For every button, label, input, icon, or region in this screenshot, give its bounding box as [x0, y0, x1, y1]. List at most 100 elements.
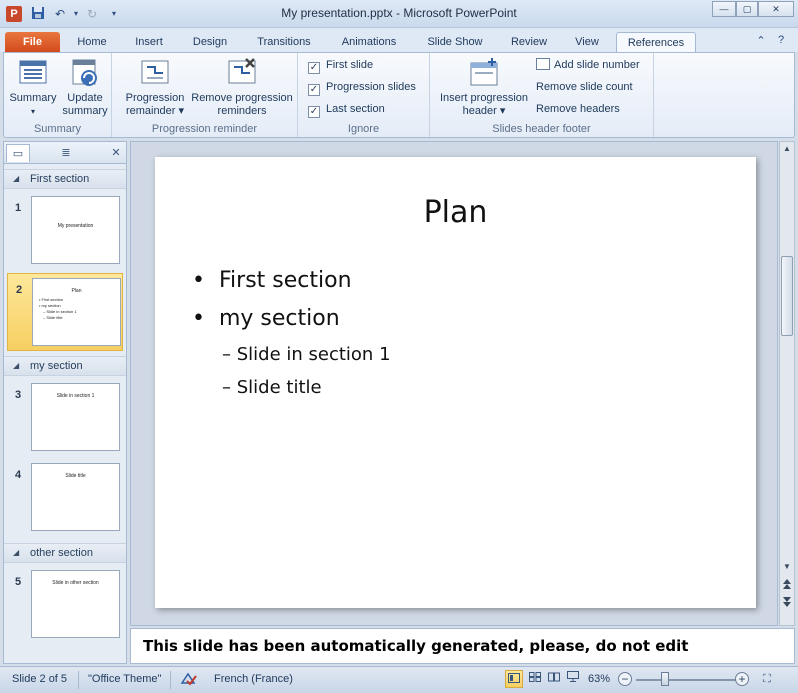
reading-view-icon[interactable]: [545, 670, 563, 688]
slide-thumbnail-3[interactable]: 3 Slide in section 1: [7, 379, 123, 457]
last-section-label: Last section: [326, 103, 385, 115]
section-header[interactable]: ◢ my section: [4, 356, 126, 376]
subbullet-text: Slide in section 1: [236, 344, 391, 365]
thumbnail-title: Plan: [71, 288, 82, 294]
slide-subbullet[interactable]: – Slide title: [222, 377, 322, 398]
dash-marker: –: [222, 377, 231, 398]
slide-title[interactable]: Plan: [155, 195, 756, 230]
normal-view-icon[interactable]: [505, 670, 523, 688]
progression-slides-check-icon[interactable]: ✓: [308, 84, 320, 96]
slide-thumbnail-5[interactable]: 5 Slide in other section: [7, 566, 123, 644]
zoom-out-button[interactable]: −: [618, 672, 632, 686]
progression-reminder-button[interactable]: Progression remainder ▾: [118, 57, 192, 118]
progression-slides-checkbox[interactable]: ✓ Progression slides: [308, 78, 416, 96]
summary-dropdown-icon[interactable]: ▾: [8, 105, 58, 118]
tab-file[interactable]: File: [5, 32, 60, 52]
spell-check-icon[interactable]: [180, 671, 198, 690]
last-section-check-icon[interactable]: ✓: [308, 106, 320, 118]
tab-design[interactable]: Design: [183, 32, 237, 52]
tab-outline[interactable]: ≣: [54, 144, 78, 162]
notes-pane[interactable]: This slide has been automatically genera…: [130, 628, 795, 664]
insert-header-label-2: header ▾: [462, 105, 506, 117]
section-header[interactable]: ◢ other section: [4, 543, 126, 563]
collapse-icon[interactable]: ◢: [13, 357, 19, 375]
close-button[interactable]: ✕: [758, 1, 794, 17]
close-panel-icon[interactable]: ✕: [104, 144, 128, 162]
scroll-down-button[interactable]: ▼: [781, 560, 793, 574]
progression-slides-label: Progression slides: [326, 81, 416, 93]
ignore-group-label: Ignore: [347, 123, 380, 135]
current-slide[interactable]: Plan • First section • my section – Slid…: [155, 157, 756, 608]
tab-slides[interactable]: ▭: [6, 144, 30, 162]
status-separator: [78, 671, 79, 689]
theme-status[interactable]: "Office Theme": [88, 673, 161, 685]
remove-slide-count-button[interactable]: Remove slide count: [536, 78, 633, 96]
tab-slide-show[interactable]: Slide Show: [416, 32, 494, 52]
help-icon[interactable]: ?: [774, 34, 788, 46]
slide-subbullet[interactable]: – Slide in section 1: [222, 344, 391, 365]
tab-home[interactable]: Home: [68, 32, 116, 52]
first-slide-check-icon[interactable]: ✓: [308, 62, 320, 74]
thumbnail-title: Slide in other section: [52, 580, 99, 586]
slides-panel: ▭ ≣ ✕ ◢ First section 1 My presentation 2…: [3, 141, 127, 664]
minimize-button[interactable]: —: [712, 1, 736, 17]
add-slide-number-button[interactable]: Add slide number: [536, 56, 640, 74]
thumbnail-title: My presentation: [57, 223, 94, 229]
collapse-icon[interactable]: ◢: [13, 170, 19, 188]
vertical-scrollbar[interactable]: ▲ ▼: [779, 141, 795, 626]
slide-number: 5: [15, 576, 22, 588]
remove-headers-button[interactable]: Remove headers: [536, 100, 620, 118]
previous-slide-button[interactable]: [781, 578, 793, 592]
slide-editor: Plan • First section • my section – Slid…: [130, 141, 778, 626]
dash-marker: –: [222, 344, 231, 365]
minimize-ribbon-icon[interactable]: ⌃: [754, 34, 768, 47]
remove-progression-button[interactable]: Remove progression reminders: [188, 57, 296, 118]
notes-text[interactable]: This slide has been automatically genera…: [143, 637, 688, 655]
scroll-thumb[interactable]: [781, 256, 793, 336]
insert-progression-header-button[interactable]: Insert progression header ▾: [434, 57, 534, 118]
language-status[interactable]: French (France): [214, 673, 293, 685]
maximize-button[interactable]: ▢: [736, 1, 758, 17]
update-summary-button[interactable]: Update summary: [60, 57, 110, 118]
next-slide-button[interactable]: [781, 596, 793, 610]
update-label-2: summary: [62, 105, 108, 117]
slide-show-icon[interactable]: [564, 670, 582, 688]
update-summary-icon: [69, 57, 101, 89]
summary-button[interactable]: Summary ▾: [8, 57, 58, 118]
thumbnail-image: Slide in section 1: [31, 383, 120, 451]
remove-progression-label-1: Remove progression: [191, 92, 293, 104]
update-label-1: Update: [67, 92, 103, 104]
status-bar: Slide 2 of 5 "Office Theme" French (Fran…: [0, 666, 798, 693]
fit-to-window-icon[interactable]: ⛶: [758, 670, 776, 688]
slide-thumbnail-4[interactable]: 4 Slide title: [7, 459, 123, 537]
tab-view[interactable]: View: [564, 32, 610, 52]
collapse-icon[interactable]: ◢: [13, 544, 19, 562]
tab-references[interactable]: References: [616, 32, 696, 52]
subbullet-text: Slide title: [236, 377, 322, 398]
zoom-in-button[interactable]: +: [735, 672, 749, 686]
tab-insert[interactable]: Insert: [124, 32, 174, 52]
zoom-slider-thumb[interactable]: [661, 672, 669, 686]
summary-label: Summary: [9, 92, 57, 104]
first-slide-checkbox[interactable]: ✓ First slide: [308, 56, 373, 74]
last-section-checkbox[interactable]: ✓ Last section: [308, 100, 385, 118]
tab-animations[interactable]: Animations: [330, 32, 408, 52]
progression-group-label: Progression reminder: [151, 123, 258, 135]
zoom-slider-track[interactable]: [636, 679, 736, 681]
slide-thumbnail-1[interactable]: 1 My presentation: [7, 192, 123, 270]
slide-bullet[interactable]: • First section: [192, 268, 352, 293]
slide-thumbnail-2[interactable]: 2 Plan • First section • my section – Sl…: [7, 273, 123, 351]
thumbnail-subbullet: – Slide title: [43, 315, 63, 320]
thumbnail-title: Slide in section 1: [56, 393, 95, 399]
tab-review[interactable]: Review: [502, 32, 556, 52]
remove-progression-label-2: reminders: [217, 105, 267, 117]
tab-transitions[interactable]: Transitions: [246, 32, 322, 52]
remove-headers-label: Remove headers: [536, 103, 620, 115]
scroll-up-button[interactable]: ▲: [781, 142, 793, 156]
slide-bullet[interactable]: • my section: [192, 306, 340, 331]
zoom-level[interactable]: 63%: [588, 673, 610, 685]
section-name: other section: [30, 547, 93, 559]
section-header[interactable]: ◢ First section: [4, 169, 126, 189]
slide-sorter-icon[interactable]: [526, 670, 544, 688]
slides-header-footer-group: Insert progression header ▾ Add slide nu…: [430, 53, 654, 137]
